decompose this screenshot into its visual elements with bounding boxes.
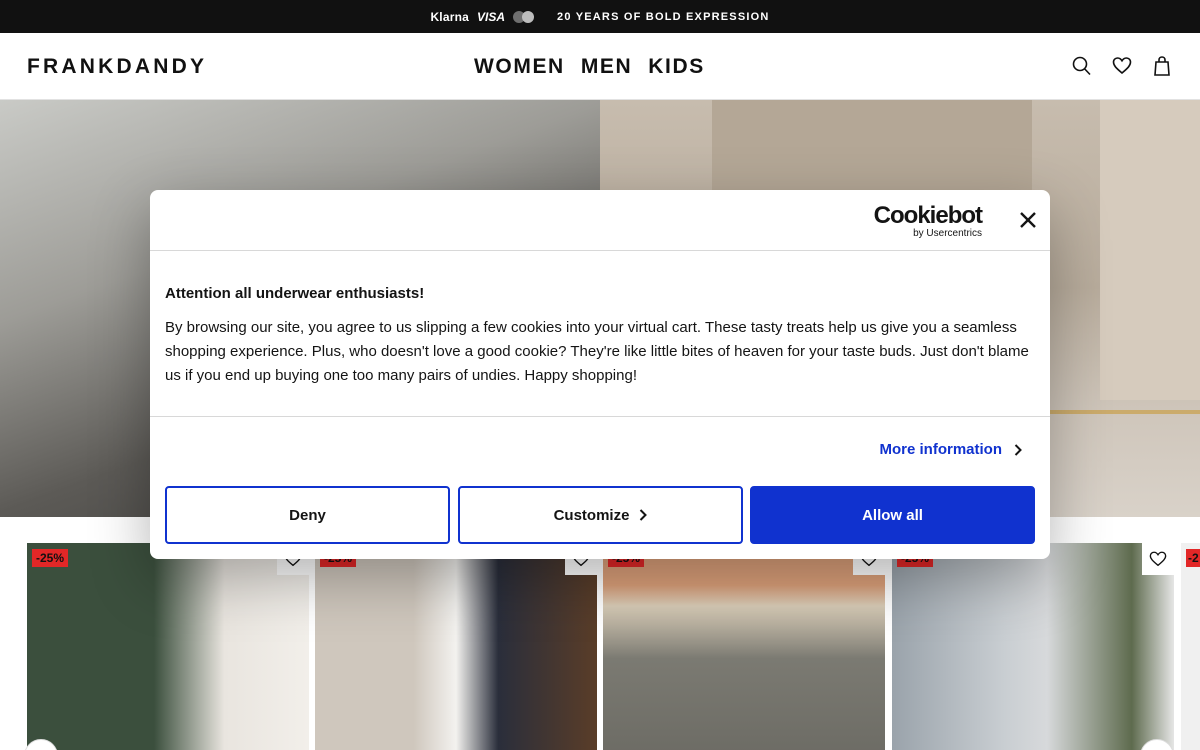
payment-methods: Klarna VISA [430, 10, 535, 24]
dialog-title: Attention all underwear enthusiasts! [165, 285, 425, 302]
allow-all-button[interactable]: Allow all [750, 486, 1035, 544]
dialog-header: Cookiebot by Usercentrics [150, 190, 1050, 251]
more-information-label: More information [879, 441, 1003, 458]
deny-label: Deny [289, 506, 326, 524]
cookie-consent-dialog: Cookiebot by Usercentrics Attention all … [150, 190, 1050, 559]
chevron-right-icon [640, 509, 648, 521]
deny-button[interactable]: Deny [165, 486, 450, 544]
cookiebot-logo: Cookiebot by Usercentrics [873, 202, 983, 240]
heart-icon[interactable] [1112, 55, 1132, 77]
site-header: FRANKDANDY WOMEN MEN KIDS [0, 33, 1200, 100]
product-card-partial[interactable]: -2 [1181, 543, 1200, 750]
mastercard-icon [513, 10, 535, 23]
nav-kids[interactable]: KIDS [648, 55, 705, 79]
dialog-text: By browsing our site, you agree to us sl… [165, 319, 1029, 384]
visa-logo: VISA [477, 9, 506, 24]
promo-text: 20 YEARS OF BOLD EXPRESSION [557, 10, 770, 23]
chevron-right-icon [1014, 443, 1022, 456]
close-icon[interactable] [1018, 210, 1038, 230]
header-icons [1072, 55, 1172, 77]
search-icon[interactable] [1072, 55, 1092, 77]
main-nav: WOMEN MEN KIDS [474, 55, 705, 79]
product-image [27, 543, 309, 750]
more-information-link[interactable]: More information [880, 441, 1023, 458]
product-card[interactable]: -25% [603, 543, 885, 750]
wishlist-heart-icon[interactable] [1142, 543, 1174, 575]
product-image [892, 543, 1174, 750]
customize-label: Customize [553, 506, 630, 524]
product-image [603, 543, 885, 750]
site-logo[interactable]: FRANKDANDY [27, 55, 207, 79]
dialog-divider [150, 416, 1050, 417]
top-bar: Klarna VISA 20 YEARS OF BOLD EXPRESSION [0, 0, 1200, 33]
klarna-logo: Klarna [430, 9, 469, 24]
discount-badge: -25% [32, 549, 69, 567]
nav-women[interactable]: WOMEN [474, 55, 565, 79]
dialog-body: Attention all underwear enthusiasts! By … [165, 285, 1035, 388]
customize-button[interactable]: Customize [458, 486, 743, 544]
nav-men[interactable]: MEN [581, 55, 632, 79]
product-card[interactable]: -25% [892, 543, 1174, 750]
column-shape [1100, 100, 1200, 400]
product-card[interactable]: -25% [27, 543, 309, 750]
product-card[interactable]: -25% [315, 543, 597, 750]
product-image [1181, 543, 1200, 750]
bag-icon[interactable] [1152, 55, 1172, 77]
discount-badge: -2 [1186, 549, 1200, 567]
product-image [315, 543, 597, 750]
allow-all-label: Allow all [862, 506, 923, 524]
